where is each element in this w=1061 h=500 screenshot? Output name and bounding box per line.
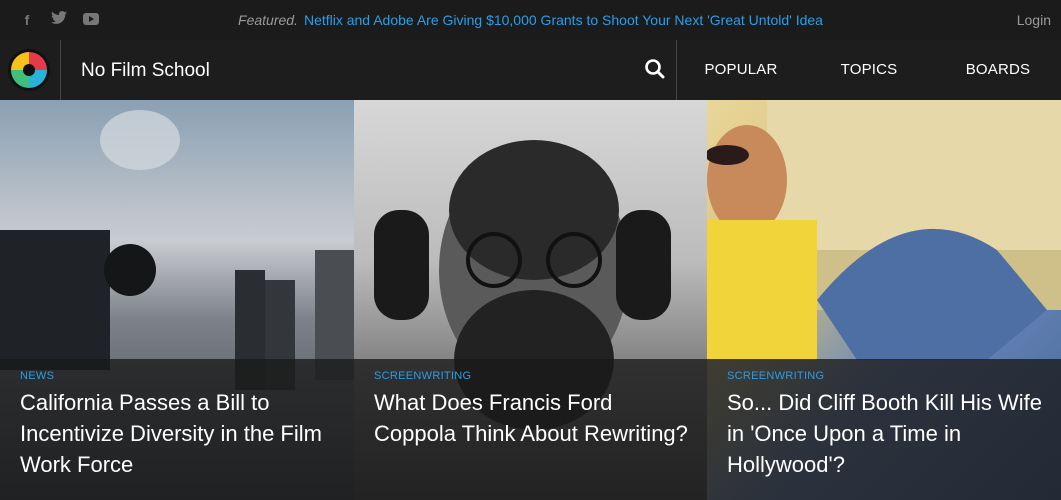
card-title[interactable]: What Does Francis Ford Coppola Think Abo… (374, 387, 694, 449)
site-name[interactable]: No Film School (81, 60, 210, 82)
featured-cards: NEWS California Passes a Bill to Incenti… (0, 100, 1061, 500)
search-icon[interactable] (644, 58, 666, 80)
featured-banner: Featured. Netflix and Adobe Are Giving $1… (0, 12, 1061, 28)
top-strip: f Featured. Netflix and Adobe Are Giving … (0, 0, 1061, 41)
card-title[interactable]: So... Did Cliff Booth Kill His Wife in '… (727, 387, 1047, 480)
article-card[interactable]: SCREENWRITING What Does Francis Ford Cop… (354, 100, 707, 500)
card-category[interactable]: SCREENWRITING (727, 370, 824, 382)
card-category[interactable]: NEWS (20, 370, 54, 382)
featured-label: Featured. (238, 12, 298, 28)
nav-item-boards[interactable]: BOARDS (933, 40, 1061, 100)
main-nav: No Film School POPULAR TOPICS BOARDS (0, 40, 1061, 100)
logo-icon (8, 49, 50, 91)
nav-item-topics[interactable]: TOPICS (805, 40, 933, 100)
card-category[interactable]: SCREENWRITING (374, 370, 471, 382)
nav-item-popular[interactable]: POPULAR (677, 40, 805, 100)
logo-cell[interactable] (0, 40, 61, 100)
featured-link[interactable]: Netflix and Adobe Are Giving $10,000 Gra… (304, 12, 823, 28)
card-title[interactable]: California Passes a Bill to Incentivize … (20, 387, 340, 480)
article-card[interactable]: NEWS California Passes a Bill to Incenti… (0, 100, 354, 500)
article-card[interactable]: SCREENWRITING So... Did Cliff Booth Kill… (707, 100, 1061, 500)
login-link[interactable]: Login (1017, 12, 1051, 28)
nav-menu: POPULAR TOPICS BOARDS (676, 40, 1061, 100)
